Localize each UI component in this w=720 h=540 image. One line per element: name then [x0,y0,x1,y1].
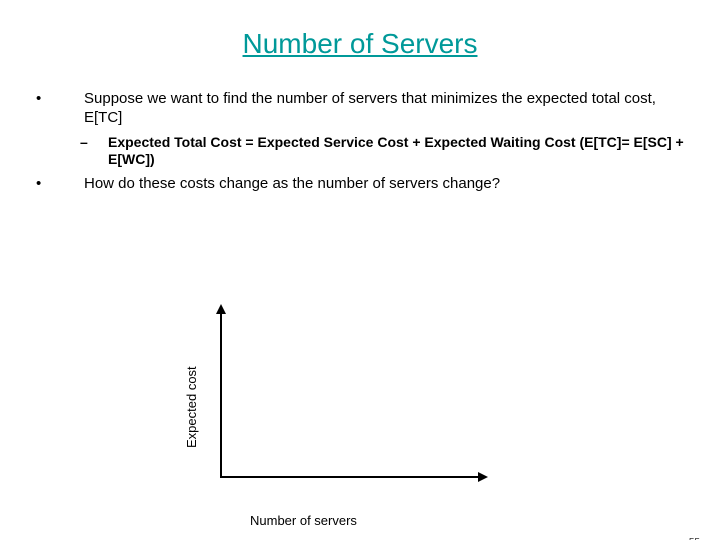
bullet-item: • Suppose we want to find the number of … [32,90,688,128]
content-area: • Suppose we want to find the number of … [0,90,720,193]
sub-bullet-marker: – [80,134,108,150]
bullet-text: How do these costs change as the number … [84,175,688,194]
slide-title: Number of Servers [0,28,720,60]
x-axis-arrow-icon [478,472,488,482]
sub-bullet-text: Expected Total Cost = Expected Service C… [108,134,688,169]
x-axis-line [220,476,480,478]
bullet-text: Suppose we want to find the number of se… [84,90,688,128]
bullet-marker: • [32,175,84,192]
y-axis-label: Expected cost [184,366,199,448]
sub-bullet-item: – Expected Total Cost = Expected Service… [80,134,688,169]
chart: Expected cost [180,308,500,493]
x-axis-label: Number of servers [250,513,357,528]
bullet-marker: • [32,90,84,107]
bullet-item: • How do these costs change as the numbe… [32,175,688,194]
y-axis-line [220,308,222,478]
